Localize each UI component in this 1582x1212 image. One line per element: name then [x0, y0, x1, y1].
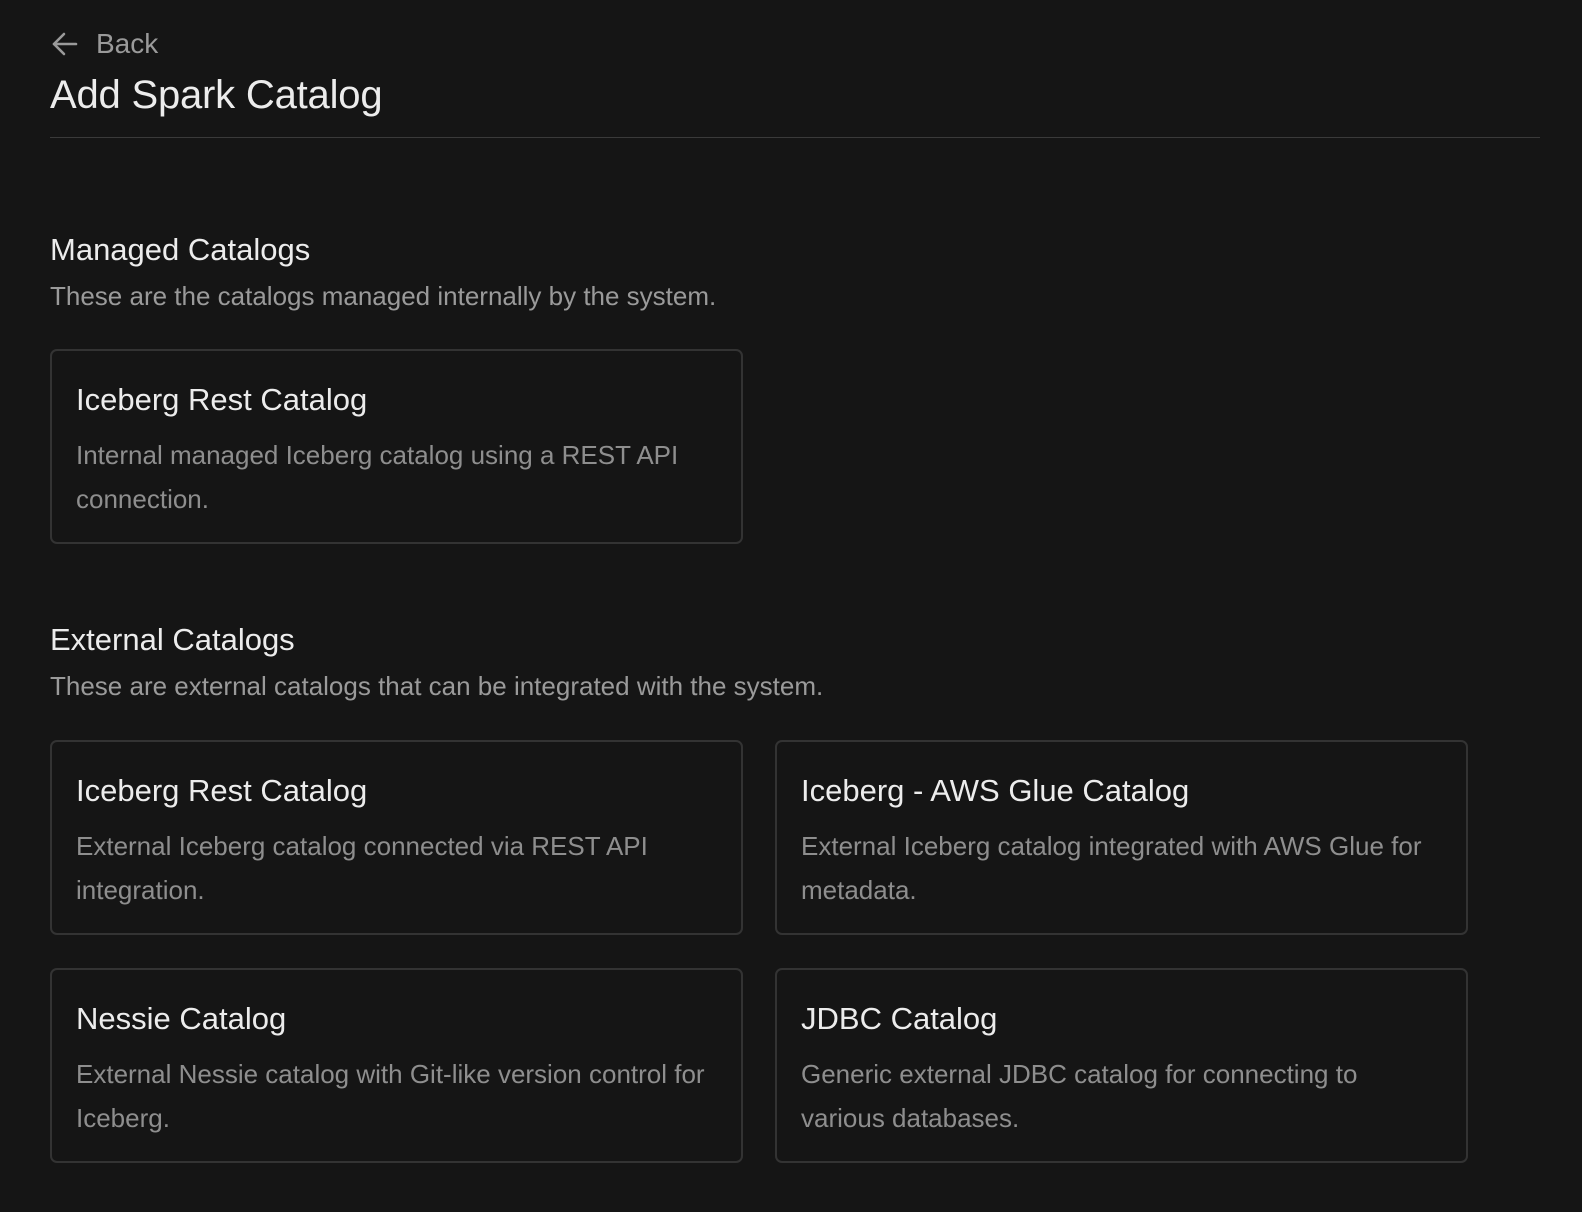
external-card-jdbc[interactable]: JDBC Catalog Generic external JDBC catal… [775, 968, 1468, 1163]
card-title: Iceberg Rest Catalog [76, 382, 368, 417]
card-title: Iceberg - AWS Glue Catalog [801, 773, 1190, 808]
back-label: Back [96, 28, 159, 59]
card-title: Nessie Catalog [76, 1001, 287, 1036]
managed-catalogs-description: These are the catalogs managed internall… [50, 281, 717, 311]
card-description: External Iceberg catalog connected via R… [76, 831, 648, 905]
managed-catalogs-heading: Managed Catalogs [50, 232, 311, 267]
external-card-iceberg-aws-glue[interactable]: Iceberg - AWS Glue Catalog External Iceb… [775, 740, 1468, 935]
page-title: Add Spark Catalog [50, 73, 383, 117]
external-card-iceberg-rest[interactable]: Iceberg Rest Catalog External Iceberg ca… [50, 740, 743, 935]
external-catalogs-description: These are external catalogs that can be … [50, 671, 824, 701]
card-title: Iceberg Rest Catalog [76, 773, 368, 808]
card-title: JDBC Catalog [801, 1001, 998, 1036]
header-divider [50, 137, 1540, 138]
card-description: Internal managed Iceberg catalog using a… [76, 440, 679, 514]
external-card-nessie[interactable]: Nessie Catalog External Nessie catalog w… [50, 968, 743, 1163]
arrow-left-icon [50, 29, 80, 59]
card-description: External Nessie catalog with Git-like ve… [76, 1059, 705, 1133]
add-spark-catalog-page: Back Add Spark Catalog Managed Catalogs … [0, 0, 1582, 1212]
managed-card-iceberg-rest[interactable]: Iceberg Rest Catalog Internal managed Ic… [50, 349, 743, 544]
card-description: External Iceberg catalog integrated with… [801, 831, 1422, 905]
external-catalogs-heading: External Catalogs [50, 622, 295, 657]
card-description: Generic external JDBC catalog for connec… [801, 1059, 1358, 1133]
back-button[interactable]: Back [50, 26, 158, 62]
